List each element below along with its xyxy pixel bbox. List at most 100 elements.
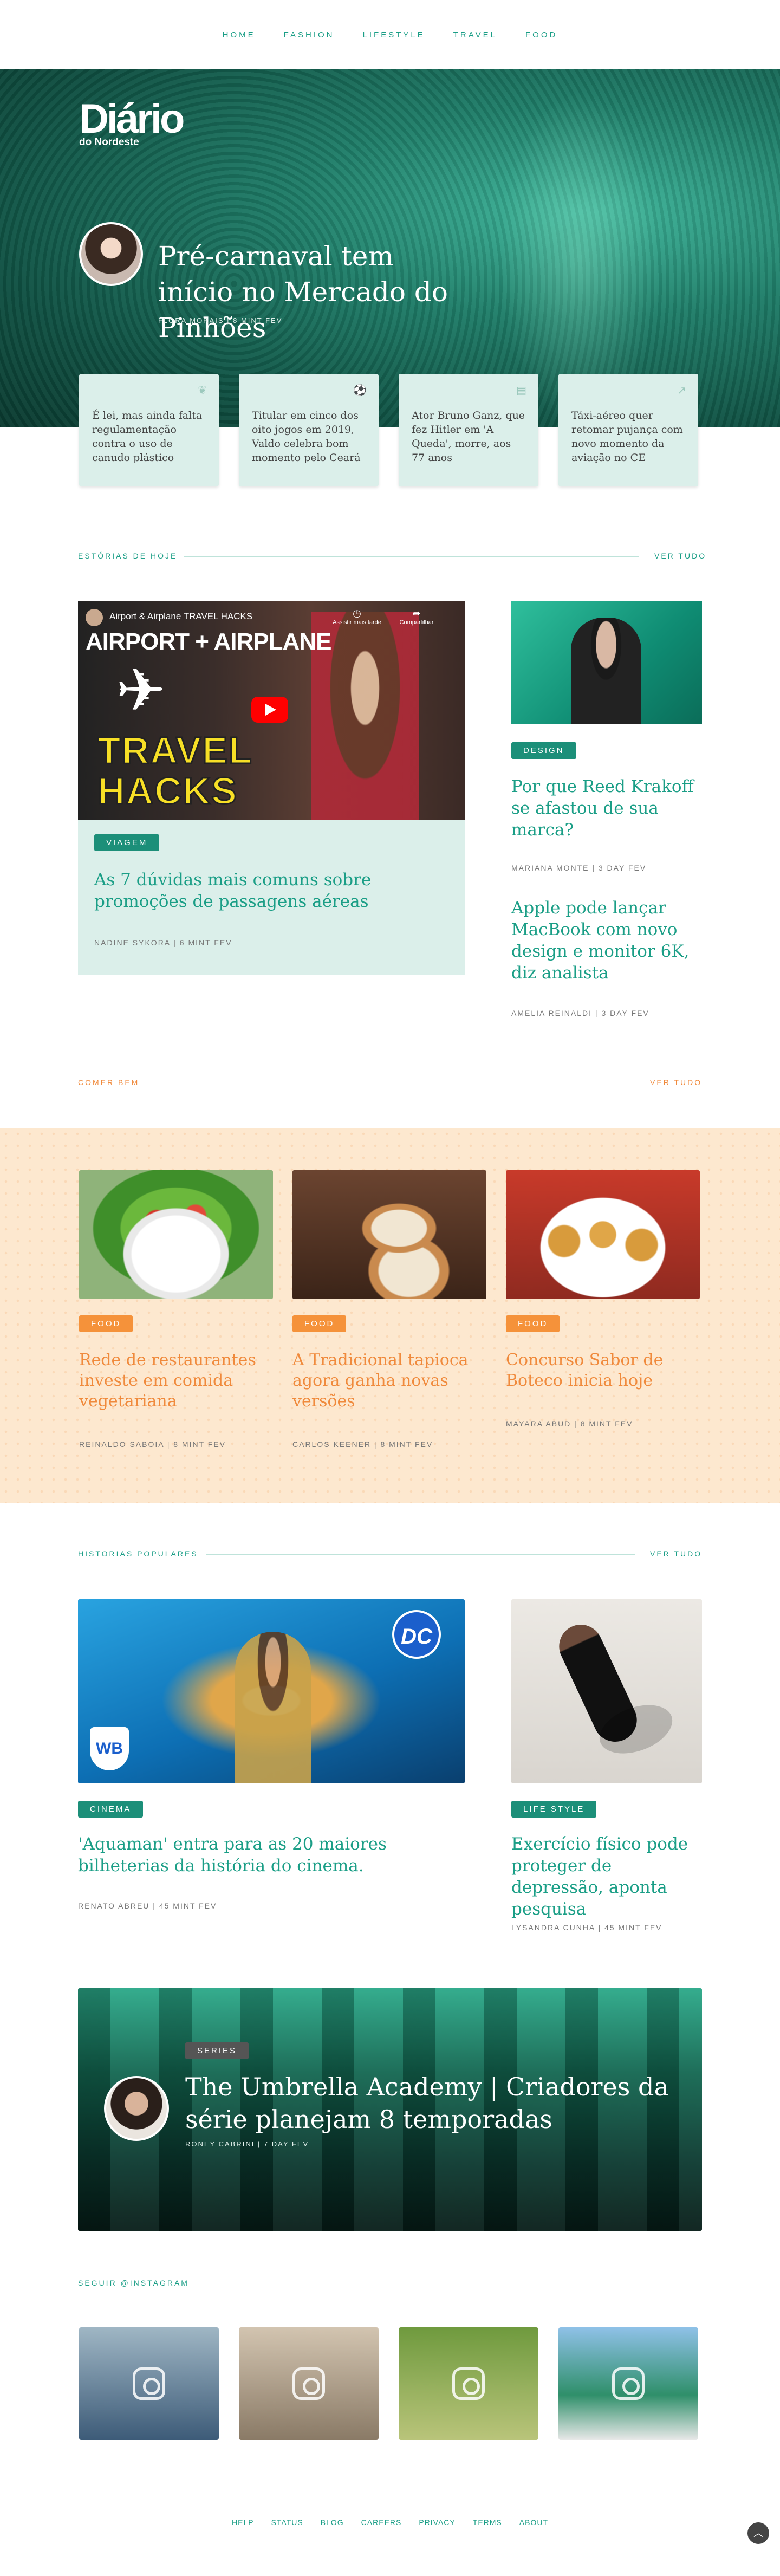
today-main-tag[interactable]: VIAGEM [94, 834, 160, 851]
design-tag[interactable]: DESIGN [511, 742, 576, 759]
see-all-today[interactable]: VER TUDO [654, 551, 706, 560]
hero-title[interactable]: Pré-carnaval tem início no Mercado do Pi… [158, 238, 461, 346]
brand-name: Diário [79, 96, 185, 142]
soccer-ball-icon: ⚽ [353, 385, 367, 397]
play-icon [265, 704, 276, 716]
footer-careers[interactable]: CAREERS [361, 2518, 402, 2527]
aquaman-meta: RENATO ABREU | 45 MINT FEV [78, 1902, 217, 1910]
tag-label: FOOD [506, 1315, 560, 1332]
hero-card-4[interactable]: ↗ Táxi-aéreo quer retomar pujança com no… [558, 374, 698, 486]
tag-label: CINEMA [78, 1801, 144, 1818]
nav-fashion[interactable]: FASHION [284, 30, 335, 40]
today-main-title[interactable]: As 7 dúvidas mais comuns sobre promoções… [94, 869, 398, 912]
hero-card-text: Ator Bruno Ganz, que fez Hitler em 'A Qu… [412, 410, 525, 464]
instagram-icon [133, 2367, 165, 2400]
share-icon: ➦ [412, 608, 421, 619]
tag-label: VIAGEM [94, 834, 160, 851]
feature-meta: RONEY CABRINI | 7 DAY FEV [185, 2140, 309, 2148]
nav-home[interactable]: HOME [223, 30, 256, 40]
tag-label: FOOD [292, 1315, 347, 1332]
series-tag[interactable]: SERIES [185, 2042, 249, 2059]
section-heading-popular: HISTORIAS POPULARES [78, 1549, 198, 1558]
chevron-up-icon: ︿ [753, 2528, 763, 2539]
instagram-icon [612, 2367, 645, 2400]
dc-logo: DC [392, 1610, 441, 1659]
fitness-meta: LYSANDRA CUNHA | 45 MINT FEV [511, 1923, 662, 1932]
food-image-salad[interactable] [79, 1170, 273, 1299]
footer-blog[interactable]: BLOG [321, 2518, 344, 2527]
tag-label: LIFE STYLE [511, 1801, 597, 1818]
instagram-photo-1[interactable] [79, 2327, 219, 2440]
food-title-3[interactable]: Concurso Sabor de Boteco inicia hoje [506, 1350, 690, 1391]
section-heading-today: ESTÓRIAS DE HOJE [78, 551, 178, 560]
today-main-meta: NADINE SYKORA | 6 MINT FEV [94, 938, 232, 947]
newspaper-icon: ▤ [516, 385, 526, 397]
video-hacks-text: HACKS [97, 769, 238, 813]
apple-article-title[interactable]: Apple pode lançar MacBook com novo desig… [511, 897, 702, 984]
clock-icon: ◷ [353, 608, 361, 619]
food-title-2[interactable]: A Tradicional tapioca agora ganha novas … [292, 1350, 477, 1412]
tag-label: FOOD [79, 1315, 133, 1332]
wb-logo: WB [90, 1727, 129, 1770]
footer-status[interactable]: STATUS [271, 2518, 303, 2527]
video-travel-text: TRAVEL [97, 729, 253, 773]
hero-card-3[interactable]: ▤ Ator Bruno Ganz, que fez Hitler em 'A … [399, 374, 538, 486]
cinema-tag[interactable]: CINEMA [78, 1801, 144, 1818]
hero-card-2[interactable]: ⚽ Titular em cinco dos oito jogos em 201… [239, 374, 379, 486]
hero-card-text: É lei, mas ainda falta regulamentação co… [92, 410, 203, 464]
food-meta-1: REINALDO SABOIA | 8 MINT FEV [79, 1440, 226, 1449]
nav-travel[interactable]: TRAVEL [453, 30, 497, 40]
footer-about[interactable]: ABOUT [519, 2518, 548, 2527]
aquaman-title[interactable]: 'Aquaman' entra para as 20 maiores bilhe… [78, 1833, 414, 1877]
feature-author-avatar [104, 2076, 169, 2141]
aquaman-image[interactable]: DC WB [78, 1599, 465, 1783]
watch-later-label: Assistir mais tarde [333, 619, 381, 626]
food-image-boteco[interactable] [506, 1170, 700, 1299]
section-divider [184, 556, 639, 557]
food-meta-3: MAYARA ABUD | 8 MINT FEV [506, 1419, 633, 1428]
video-channel-avatar [86, 609, 103, 626]
tag-label: DESIGN [511, 742, 576, 759]
instagram-photo-3[interactable] [399, 2327, 538, 2440]
section-heading-food: COMER BEM [78, 1078, 140, 1087]
video-title: Airport & Airplane TRAVEL HACKS [109, 611, 253, 621]
watch-later-button[interactable]: ◷ Assistir mais tarde [333, 608, 381, 626]
footer-privacy[interactable]: PRIVACY [419, 2518, 455, 2527]
apple-article-meta: AMELIA REINALDI | 3 DAY FEV [511, 1009, 649, 1017]
food-meta-2: CARLOS KEENER | 8 MINT FEV [292, 1440, 433, 1449]
food-tag-3[interactable]: FOOD [506, 1315, 560, 1332]
instagram-photo-2[interactable] [239, 2327, 379, 2440]
see-all-food[interactable]: VER TUDO [650, 1078, 702, 1087]
instagram-icon [292, 2367, 325, 2400]
lifestyle-tag[interactable]: LIFE STYLE [511, 1801, 597, 1818]
share-button[interactable]: ➦ Compartilhar [392, 608, 441, 626]
brand-logo[interactable]: Diário do Nordeste [79, 96, 185, 148]
fitness-title[interactable]: Exercício físico pode proteger de depres… [511, 1833, 702, 1920]
feature-title[interactable]: The Umbrella Academy | Criadores da séri… [185, 2071, 673, 2136]
food-title-1[interactable]: Rede de restaurantes investe em comida v… [79, 1350, 263, 1412]
nav-food[interactable]: FOOD [525, 30, 557, 40]
leaf-icon: ❦ [198, 385, 207, 397]
back-to-top-button[interactable]: ︿ [748, 2522, 769, 2544]
hero-meta: FLORA MORAIS | 8 MINT FEV [158, 316, 283, 325]
video-headline: AIRPORT + AIRPLANE [86, 628, 332, 655]
chart-line-icon: ↗ [677, 385, 686, 397]
airplane-icon: ✈ [116, 657, 166, 724]
hero-author-avatar [79, 222, 143, 286]
footer-help[interactable]: HELP [232, 2518, 254, 2527]
top-nav: HOME FASHION LIFESTYLE TRAVEL FOOD [0, 0, 780, 69]
hero-card-text: Táxi-aéreo quer retomar pujança com novo… [571, 410, 683, 464]
hero-card-1[interactable]: ❦ É lei, mas ainda falta regulamentação … [79, 374, 219, 486]
see-all-popular[interactable]: VER TUDO [650, 1549, 702, 1558]
instagram-photo-4[interactable] [558, 2327, 698, 2440]
footer-terms[interactable]: TERMS [473, 2518, 502, 2527]
food-tag-2[interactable]: FOOD [292, 1315, 347, 1332]
design-article-title[interactable]: Por que Reed Krakoff se afastou de sua m… [511, 776, 702, 841]
food-tag-1[interactable]: FOOD [79, 1315, 133, 1332]
food-image-tapioca[interactable] [292, 1170, 486, 1299]
design-article-image[interactable] [511, 601, 702, 724]
video-player[interactable]: Airport & Airplane TRAVEL HACKS ◷ Assist… [78, 601, 465, 820]
nav-lifestyle[interactable]: LIFESTYLE [363, 30, 425, 40]
play-button[interactable] [251, 697, 288, 723]
fitness-image[interactable] [511, 1599, 702, 1783]
